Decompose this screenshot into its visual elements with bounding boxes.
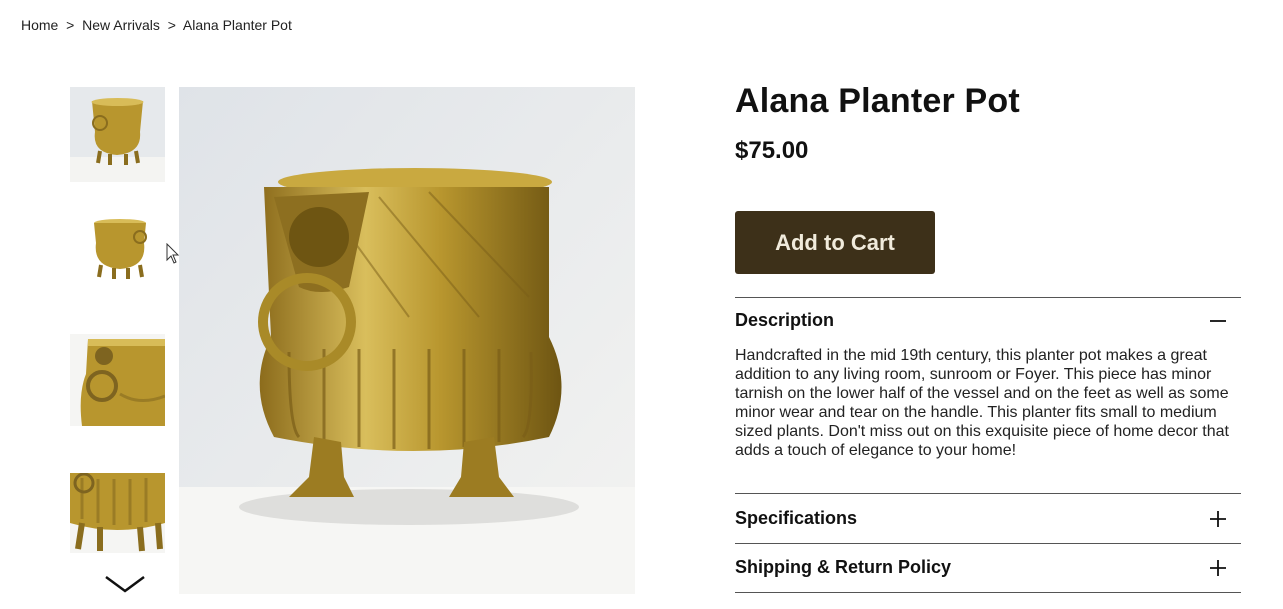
breadcrumb: Home > New Arrivals > Alana Planter Pot	[21, 17, 292, 33]
breadcrumb-separator: >	[66, 17, 75, 33]
add-to-cart-button[interactable]: Add to Cart	[735, 211, 935, 274]
chevron-down-icon[interactable]	[104, 573, 146, 595]
thumbnail-1[interactable]	[70, 87, 165, 182]
plus-icon	[1210, 560, 1226, 576]
minus-icon	[1210, 320, 1226, 322]
accordion-shipping-header[interactable]: Shipping & Return Policy	[735, 553, 1241, 583]
breadcrumb-separator: >	[167, 17, 176, 33]
accordion-specifications-header[interactable]: Specifications	[735, 504, 1241, 534]
thumbnail-4[interactable]	[70, 473, 165, 553]
description-text: Handcrafted in the mid 19th century, thi…	[735, 347, 1229, 459]
product-title: Alana Planter Pot	[735, 82, 1020, 120]
accordion-description-header[interactable]: Description	[735, 306, 1241, 336]
thumbnail-2[interactable]	[70, 197, 165, 292]
product-price: $75.00	[735, 137, 809, 164]
breadcrumb-new-arrivals[interactable]: New Arrivals	[82, 17, 160, 33]
accordion-specifications-title: Specifications	[735, 508, 858, 528]
mouse-cursor-icon	[166, 243, 180, 264]
breadcrumb-home[interactable]: Home	[21, 17, 58, 33]
divider	[735, 592, 1241, 593]
product-info: Alana Planter Pot $75.00 Add to Cart Des…	[735, 82, 1241, 593]
product-main-image	[179, 87, 635, 594]
accordion-description-title: Description	[735, 310, 835, 330]
divider	[735, 297, 1241, 298]
accordion-shipping-title: Shipping & Return Policy	[735, 557, 952, 577]
divider	[735, 493, 1241, 494]
thumbnail-3[interactable]	[70, 334, 165, 426]
plus-icon	[1210, 511, 1226, 527]
breadcrumb-current: Alana Planter Pot	[182, 17, 292, 33]
divider	[735, 543, 1241, 544]
